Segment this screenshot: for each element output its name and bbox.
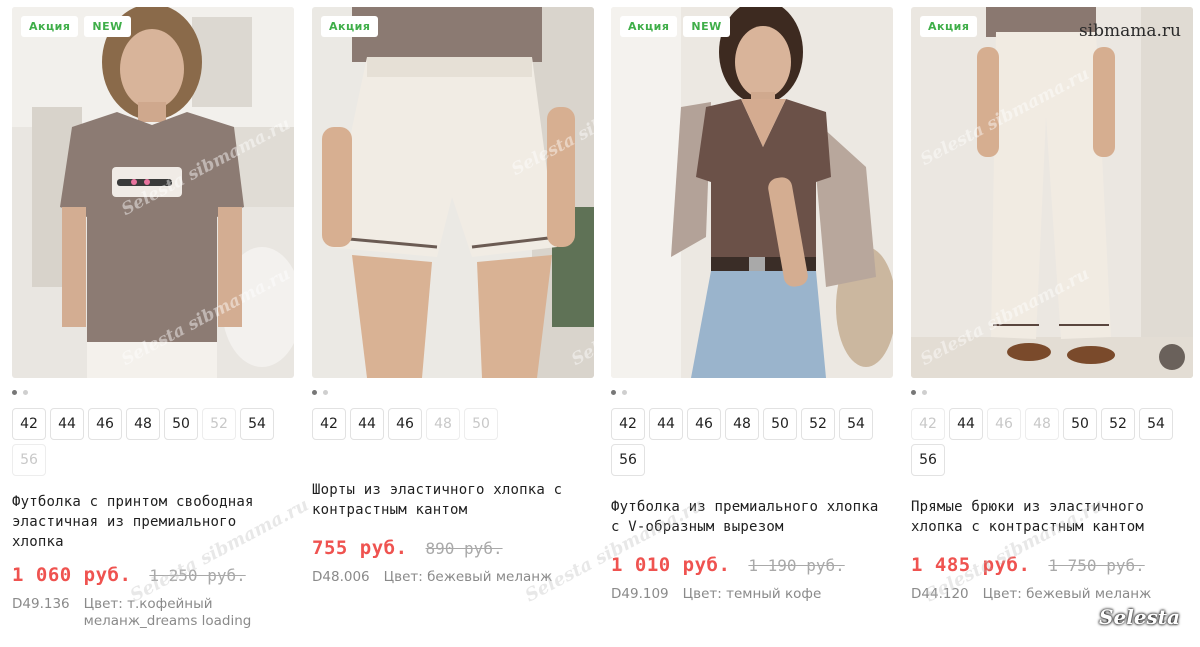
carousel-dots: [12, 386, 294, 398]
color-label: Цвет: т.кофейный меланж_dreams loading: [83, 596, 252, 629]
carousel-dots: [611, 386, 893, 398]
current-price: 1 060 руб.: [12, 564, 132, 586]
sale-badge: Акция: [321, 16, 379, 37]
price-row: 1 010 руб. 1 190 руб.: [611, 554, 893, 576]
size-option[interactable]: 42: [12, 408, 46, 440]
article-number: D48.006: [312, 569, 370, 585]
size-option-unavailable: 46: [987, 408, 1021, 440]
carousel-dot[interactable]: [323, 389, 328, 395]
carousel-dot[interactable]: [911, 389, 916, 395]
sale-badge: Акция: [21, 16, 79, 37]
badge-group: Акция NEW: [21, 16, 131, 37]
sale-badge: Акция: [620, 16, 678, 37]
size-selector: 42 44 46 48 50: [312, 408, 594, 440]
carousel-dot[interactable]: [312, 389, 317, 395]
product-card[interactable]: Акция Selesta sibmama.ru Selesta sibmama…: [312, 7, 594, 586]
size-option-unavailable: 52: [202, 408, 236, 440]
product-image-vneck-tshirt: [611, 7, 893, 378]
current-price: 755 руб.: [312, 537, 408, 559]
size-option[interactable]: 44: [949, 408, 983, 440]
size-option[interactable]: 46: [388, 408, 422, 440]
current-price: 1 010 руб.: [611, 554, 731, 576]
product-meta: D49.109 Цвет: темный кофе: [611, 586, 893, 603]
old-price: 1 750 руб.: [1048, 556, 1145, 575]
size-option[interactable]: 50: [763, 408, 797, 440]
badge-group: Акция: [321, 16, 379, 37]
product-photo[interactable]: Акция Selesta sibmama.ru Selesta sibmama…: [312, 7, 594, 378]
product-card[interactable]: Акция sibmama.ru Selesta sibmama.ru Sele…: [911, 7, 1193, 603]
color-label: Цвет: темный кофе: [682, 586, 822, 602]
product-image-shorts: [312, 7, 594, 378]
site-watermark: sibmama.ru: [1078, 21, 1181, 41]
color-swatch[interactable]: [1159, 344, 1185, 370]
size-option[interactable]: 50: [164, 408, 198, 440]
old-price: 890 руб.: [425, 539, 503, 558]
old-price: 1 190 руб.: [748, 556, 845, 575]
size-option[interactable]: 50: [1063, 408, 1097, 440]
new-badge: NEW: [683, 16, 730, 37]
badge-group: Акция NEW: [620, 16, 730, 37]
sale-badge: Акция: [920, 16, 978, 37]
badge-group: Акция: [920, 16, 978, 37]
size-option[interactable]: 44: [649, 408, 683, 440]
size-option[interactable]: 44: [350, 408, 384, 440]
size-option[interactable]: 52: [1101, 408, 1135, 440]
product-photo[interactable]: Акция sibmama.ru Selesta sibmama.ru Sele…: [911, 7, 1193, 378]
size-option[interactable]: 48: [126, 408, 160, 440]
color-label: Цвет: бежевый меланж: [383, 569, 553, 585]
carousel-dot[interactable]: [622, 389, 627, 395]
product-meta: D49.136 Цвет: т.кофейный меланж_dreams l…: [12, 596, 294, 630]
size-option[interactable]: 54: [1139, 408, 1173, 440]
size-option-unavailable: 56: [12, 444, 46, 476]
size-option[interactable]: 46: [88, 408, 122, 440]
size-option[interactable]: 46: [687, 408, 721, 440]
size-selector: 42 44 46 48 50 52 54 56: [611, 408, 893, 476]
carousel-dot[interactable]: [12, 389, 17, 395]
size-option-unavailable: 48: [426, 408, 460, 440]
size-option[interactable]: 56: [611, 444, 645, 476]
size-option[interactable]: 44: [50, 408, 84, 440]
size-option-unavailable: 50: [464, 408, 498, 440]
size-option[interactable]: 42: [611, 408, 645, 440]
carousel-dot[interactable]: [611, 389, 616, 395]
size-option[interactable]: 42: [312, 408, 346, 440]
carousel-dots: [312, 386, 594, 398]
corner-watermark: Selesta: [1099, 605, 1180, 629]
product-photo[interactable]: Акция NEW: [611, 7, 893, 378]
size-option-unavailable: 42: [911, 408, 945, 440]
carousel-dot[interactable]: [922, 389, 927, 395]
product-title[interactable]: Шорты из эластичного хлопка с контрастны…: [312, 480, 594, 520]
carousel-dots: [911, 386, 1193, 398]
size-option[interactable]: 48: [725, 408, 759, 440]
size-option-unavailable: 48: [1025, 408, 1059, 440]
size-option[interactable]: 52: [801, 408, 835, 440]
article-number: D49.136: [12, 596, 70, 612]
product-card[interactable]: Акция NEW 42 44 46 48 50 52 54 56 Футбол…: [611, 7, 893, 603]
color-label: Цвет: бежевый меланж: [982, 586, 1152, 602]
size-option[interactable]: 56: [911, 444, 945, 476]
size-option[interactable]: 54: [240, 408, 274, 440]
product-photo[interactable]: Акция NEW Selesta sibmama.ru Selesta sib…: [12, 7, 294, 378]
size-selector: 42 44 46 48 50 52 54 56: [911, 408, 1193, 476]
carousel-dot[interactable]: [23, 389, 28, 395]
price-row: 755 руб. 890 руб.: [312, 537, 594, 559]
article-number: D49.109: [611, 586, 669, 602]
product-image-pants: [911, 7, 1193, 378]
size-option[interactable]: 54: [839, 408, 873, 440]
size-selector: 42 44 46 48 50 52 54 56: [12, 408, 294, 476]
new-badge: NEW: [84, 16, 131, 37]
